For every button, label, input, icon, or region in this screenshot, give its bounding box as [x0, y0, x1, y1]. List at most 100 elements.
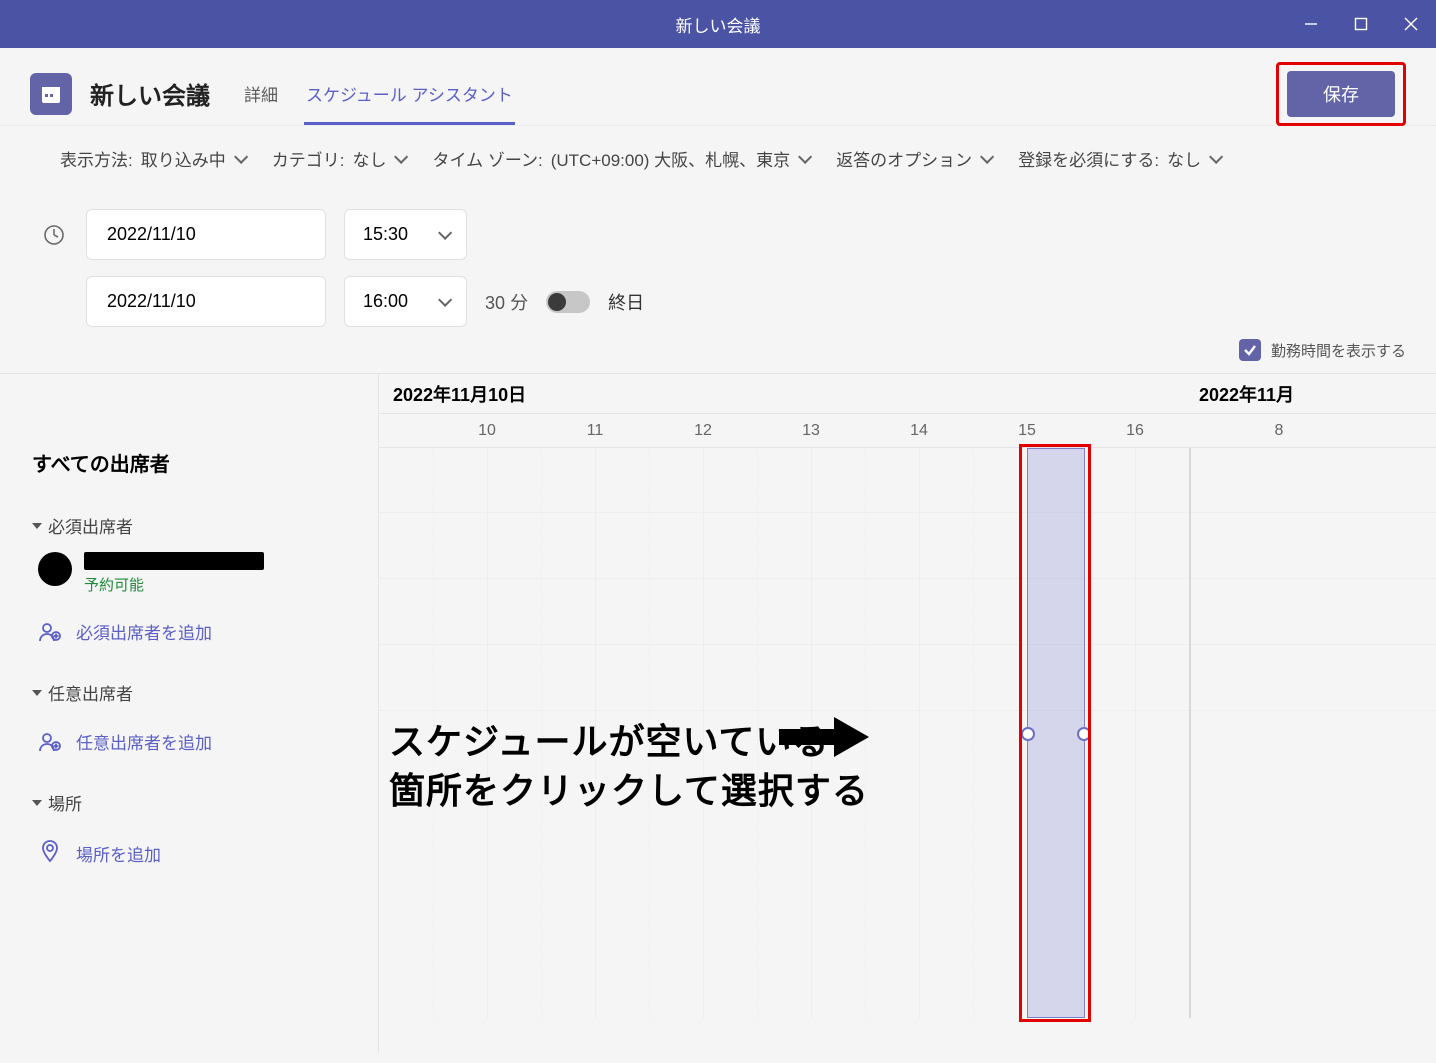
add-optional-attendee[interactable]: 任意出席者を追加 [38, 729, 362, 754]
annotation-highlight-save: 保存 [1276, 62, 1406, 126]
timezone-dropdown[interactable]: タイム ゾーン: (UTC+09:00) 大阪、札幌、東京 [432, 146, 808, 171]
annotation: スケジュールが空いている 箇所をクリックして選択する [389, 718, 869, 815]
allday-label: 終日 [608, 289, 644, 315]
end-date-input[interactable]: 2022/11/10 [86, 276, 326, 327]
hour-cell: 15 [973, 414, 1081, 447]
category-label: カテゴリ: [272, 146, 345, 171]
chevron-down-icon [438, 225, 452, 239]
chevron-down-icon [1209, 149, 1223, 163]
selection-handle-left[interactable] [1021, 727, 1035, 741]
show-as-label: 表示方法: [60, 146, 133, 171]
attendee-name-redacted [84, 552, 264, 570]
grid-body[interactable]: スケジュールが空いている 箇所をクリックして選択する [379, 448, 1436, 1018]
add-location-label: 場所を追加 [76, 841, 161, 866]
timezone-label: タイム ゾーン: [432, 146, 542, 171]
attendee-info: 予約可能 [84, 552, 264, 595]
date-next: 2022年11月 [1199, 381, 1294, 407]
date-header: 2022年11月10日 2022年11月 [379, 374, 1436, 414]
registration-dropdown[interactable]: 登録を必須にする: なし [1018, 146, 1219, 171]
close-icon [1404, 17, 1418, 31]
header: 新しい会議 詳細 スケジュール アシスタント 保存 [0, 48, 1436, 126]
registration-label: 登録を必須にする: [1018, 146, 1159, 171]
window-title: 新しい会議 [676, 12, 761, 37]
optional-header-label: 任意出席者 [48, 680, 133, 705]
save-button[interactable]: 保存 [1287, 71, 1395, 117]
optional-attendees-header[interactable]: 任意出席者 [32, 680, 362, 705]
category-value: なし [352, 146, 386, 171]
hour-cell: 13 [757, 414, 865, 447]
annotation-arrow-icon [779, 712, 869, 767]
main-split: すべての出席者 必須出席者 予約可能 必須出席者を追加 任意出席者 任意出席者を… [0, 373, 1436, 1053]
selection-handle-right[interactable] [1077, 727, 1091, 741]
window-controls [1286, 0, 1436, 48]
caret-down-icon [32, 800, 42, 806]
calendar-icon [30, 73, 72, 115]
chevron-down-icon [438, 292, 452, 306]
workhours-checkbox-row[interactable]: 勤務時間を表示する [1239, 339, 1406, 361]
hour-cell: 10 [433, 414, 541, 447]
category-dropdown[interactable]: カテゴリ: なし [272, 146, 405, 171]
required-attendees-header[interactable]: 必須出席者 [32, 513, 362, 538]
add-optional-label: 任意出席者を追加 [76, 729, 212, 754]
avatar [38, 552, 72, 586]
toggle-knob [548, 293, 566, 311]
page-title: 新しい会議 [90, 76, 210, 111]
add-required-label: 必須出席者を追加 [76, 619, 212, 644]
show-as-value: 取り込み中 [141, 146, 226, 171]
response-options-dropdown[interactable]: 返答のオプション [836, 146, 990, 171]
add-required-attendee[interactable]: 必須出席者を追加 [38, 619, 362, 644]
caret-down-icon [32, 523, 42, 529]
minimize-icon [1304, 17, 1318, 31]
location-header-label: 場所 [48, 790, 82, 815]
annotation-line1: スケジュールが空いている [389, 718, 869, 767]
chevron-down-icon [395, 149, 409, 163]
tab-scheduling-assistant[interactable]: スケジュール アシスタント [292, 62, 527, 125]
chevron-down-icon [234, 149, 248, 163]
tab-details[interactable]: 詳細 [230, 62, 292, 125]
datetime-area: 2022/11/10 15:30 2022/11/10 16:00 30 分 終… [0, 193, 1436, 327]
location-icon [38, 839, 62, 868]
registration-value: なし [1167, 146, 1201, 171]
allday-toggle[interactable] [546, 291, 590, 313]
add-person-icon [38, 620, 62, 644]
required-header-label: 必須出席者 [48, 513, 133, 538]
start-time-value: 15:30 [363, 224, 408, 245]
add-person-icon [38, 730, 62, 754]
attendee-sidebar: すべての出席者 必須出席者 予約可能 必須出席者を追加 任意出席者 任意出席者を… [0, 373, 378, 1053]
hour-cell: 16 [1081, 414, 1189, 447]
attendee-row[interactable]: 予約可能 [38, 552, 362, 595]
hour-cell: 14 [865, 414, 973, 447]
caret-down-icon [32, 690, 42, 696]
timezone-value: (UTC+09:00) 大阪、札幌、東京 [551, 146, 790, 171]
schedule-grid[interactable]: 2022年11月10日 2022年11月 10 11 12 13 14 15 1… [378, 373, 1436, 1053]
workhours-checkbox[interactable] [1239, 339, 1261, 361]
chevron-down-icon [798, 149, 812, 163]
date-main: 2022年11月10日 [393, 381, 526, 407]
all-attendees-header: すべての出席者 [32, 448, 362, 477]
options-bar: 表示方法: 取り込み中 カテゴリ: なし タイム ゾーン: (UTC+09:00… [0, 126, 1436, 193]
hour-cell: 11 [541, 414, 649, 447]
maximize-button[interactable] [1336, 0, 1386, 48]
hour-cell-next: 8 [1249, 414, 1309, 447]
minimize-button[interactable] [1286, 0, 1336, 48]
tabs: 詳細 スケジュール アシスタント [230, 62, 527, 125]
attendee-status: 予約可能 [84, 574, 264, 595]
show-as-dropdown[interactable]: 表示方法: 取り込み中 [60, 146, 244, 171]
clock-icon [40, 221, 68, 249]
end-time-value: 16:00 [363, 291, 408, 312]
hours-row: 10 11 12 13 14 15 16 8 [379, 414, 1436, 448]
chevron-down-icon [980, 149, 994, 163]
time-selection[interactable] [1027, 448, 1085, 1018]
maximize-icon [1354, 17, 1368, 31]
start-time-select[interactable]: 15:30 [344, 209, 467, 260]
location-header[interactable]: 場所 [32, 790, 362, 815]
close-button[interactable] [1386, 0, 1436, 48]
annotation-line2: 箇所をクリックして選択する [389, 767, 869, 816]
title-bar: 新しい会議 [0, 0, 1436, 48]
workhours-label: 勤務時間を表示する [1271, 340, 1406, 361]
start-date-input[interactable]: 2022/11/10 [86, 209, 326, 260]
add-location[interactable]: 場所を追加 [38, 839, 362, 868]
response-options-label: 返答のオプション [836, 146, 972, 171]
duration-text: 30 分 [485, 289, 528, 315]
end-time-select[interactable]: 16:00 [344, 276, 467, 327]
